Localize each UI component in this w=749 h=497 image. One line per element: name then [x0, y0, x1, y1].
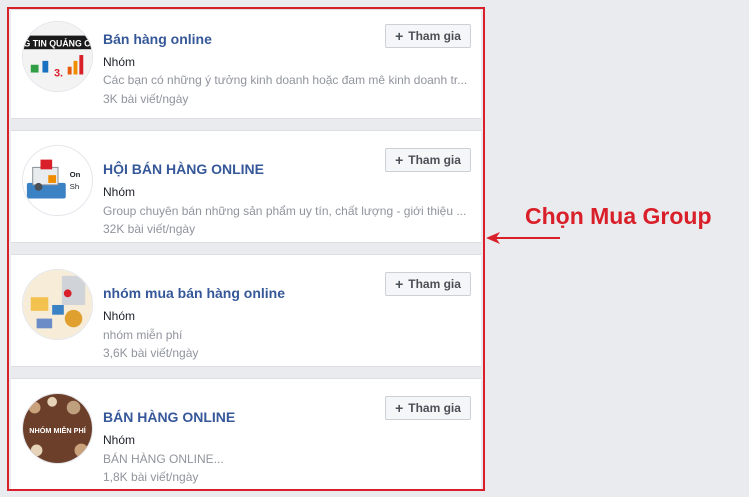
plus-icon: +: [395, 275, 404, 292]
group-post-count: 32K bài viết/ngày: [103, 222, 196, 236]
group-type: Nhóm: [103, 309, 136, 323]
svg-text:G TIN QUẢNG C: G TIN QUẢNG C: [24, 37, 92, 48]
group-description: Group chuyên bán những sản phẩm uy tín, …: [103, 204, 467, 218]
join-button-label: Tham gia: [408, 29, 461, 43]
group-card: On Sh HỘI BÁN HÀNG ONLINE Nhóm Group chu…: [11, 130, 481, 243]
group-type: Nhóm: [103, 185, 136, 199]
join-button[interactable]: + Tham gia: [385, 272, 471, 296]
group-avatar-image: On Sh: [23, 146, 92, 215]
svg-text:Sh: Sh: [70, 182, 80, 191]
svg-text:3.: 3.: [54, 67, 63, 79]
join-button-label: Tham gia: [408, 277, 461, 291]
group-type: Nhóm: [103, 433, 136, 447]
group-name[interactable]: nhóm mua bán hàng online: [103, 285, 285, 301]
group-type: Nhóm: [103, 55, 136, 69]
group-avatar[interactable]: On Sh: [22, 145, 93, 216]
group-avatar[interactable]: NHÓM MIỄN PHÍ: [22, 393, 93, 464]
group-name[interactable]: Bán hàng online: [103, 31, 212, 47]
group-avatar[interactable]: [22, 269, 93, 340]
group-card: nhóm mua bán hàng online Nhóm nhóm miễn …: [11, 254, 481, 367]
plus-icon: +: [395, 151, 404, 168]
group-description: BÁN HÀNG ONLINE...: [103, 452, 224, 466]
group-post-count: 1,8K bài viết/ngày: [103, 470, 199, 484]
group-description: Các bạn có những ý tưởng kinh doanh hoặc…: [103, 73, 468, 87]
group-card: G TIN QUẢNG C 3. Bán hàng online Nhóm Cá…: [11, 9, 481, 119]
join-button[interactable]: + Tham gia: [385, 24, 471, 48]
group-post-count: 3,6K bài viết/ngày: [103, 346, 199, 360]
group-avatar-image: NHÓM MIỄN PHÍ: [23, 394, 92, 463]
annotation-label: Chọn Mua Group: [525, 203, 712, 229]
join-button[interactable]: + Tham gia: [385, 148, 471, 172]
join-button-label: Tham gia: [408, 401, 461, 415]
group-card: NHÓM MIỄN PHÍ BÁN HÀNG ONLINE Nhóm BÁN H…: [11, 378, 481, 489]
group-avatar-image: [23, 270, 92, 339]
group-avatar[interactable]: G TIN QUẢNG C 3.: [22, 21, 93, 92]
join-button[interactable]: + Tham gia: [385, 396, 471, 420]
join-button-label: Tham gia: [408, 153, 461, 167]
plus-icon: +: [395, 399, 404, 416]
svg-text:NHÓM MIỄN PHÍ: NHÓM MIỄN PHÍ: [29, 426, 86, 435]
group-name[interactable]: BÁN HÀNG ONLINE: [103, 409, 235, 425]
group-avatar-image: G TIN QUẢNG C 3.: [23, 22, 92, 91]
arrow-left-icon: [486, 232, 560, 244]
highlight-frame: G TIN QUẢNG C 3. Bán hàng online Nhóm Cá…: [7, 7, 485, 491]
group-name[interactable]: HỘI BÁN HÀNG ONLINE: [103, 161, 264, 177]
group-description: nhóm miễn phí: [103, 328, 183, 342]
group-post-count: 3K bài viết/ngày: [103, 92, 189, 106]
plus-icon: +: [395, 27, 404, 44]
svg-text:On: On: [70, 170, 81, 179]
